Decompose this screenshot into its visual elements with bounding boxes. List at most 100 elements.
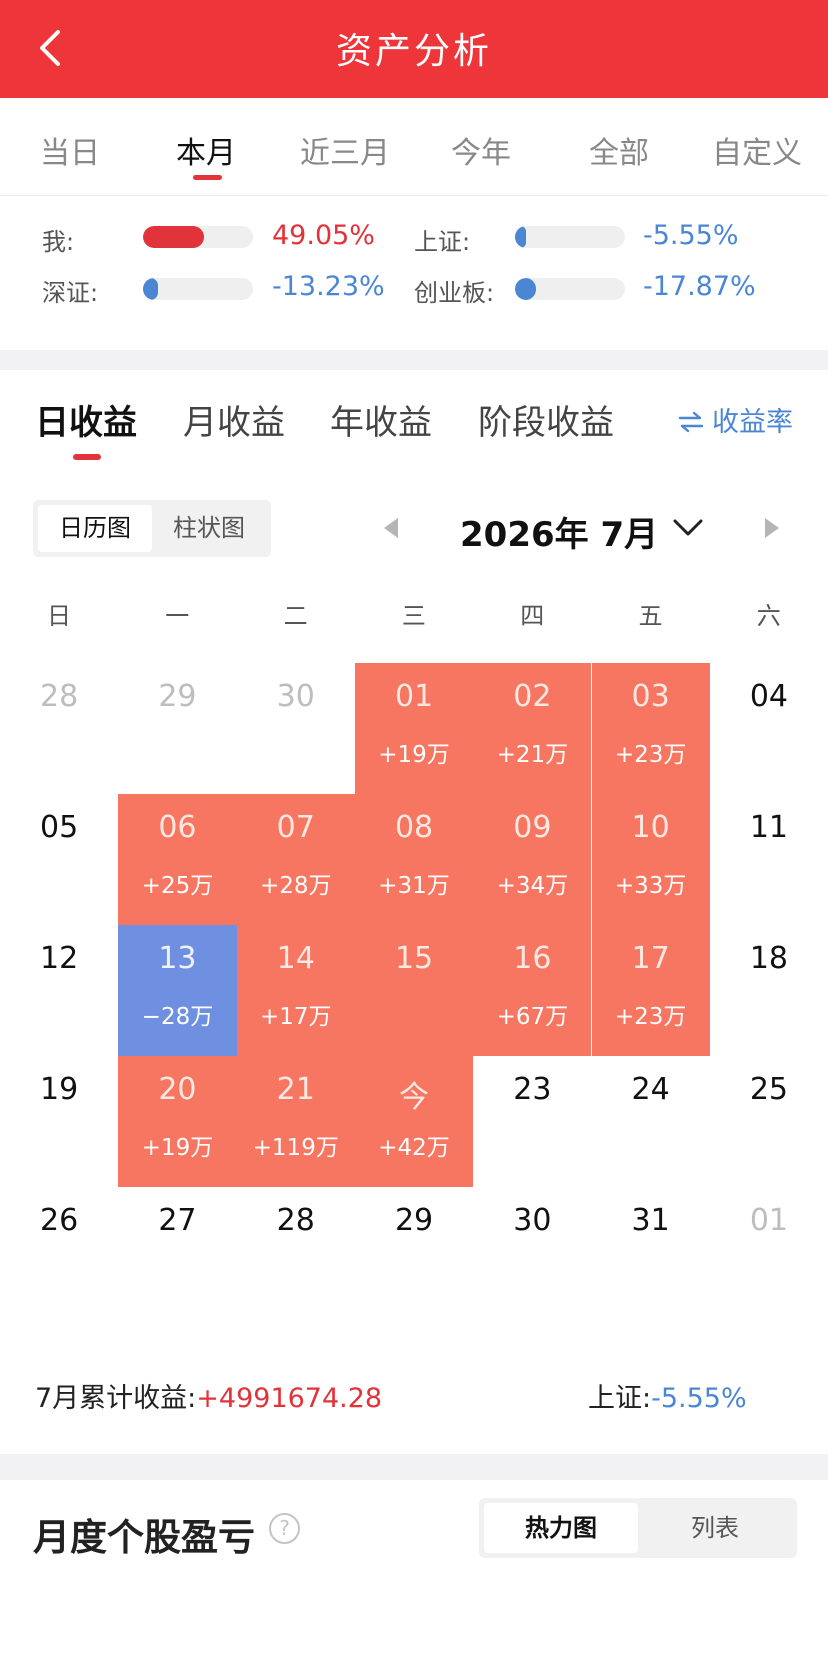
chinext-label: 创业板: xyxy=(414,279,495,307)
calendar-day-profit: +21万 xyxy=(496,742,569,768)
calendar-day-number: 24 xyxy=(631,1072,670,1107)
calendar-day-cell[interactable]: 04 xyxy=(710,663,828,794)
calendar-day-cell[interactable]: 28 xyxy=(237,1187,355,1318)
calendar-view-button[interactable]: 日历图 xyxy=(38,505,152,552)
calendar-day-number: 13 xyxy=(158,941,197,976)
calendar-day-profit: +67万 xyxy=(496,1004,569,1030)
question-circle-icon[interactable]: ? xyxy=(269,1513,300,1544)
calendar-day-cell[interactable]: 14 +17万 xyxy=(236,925,355,1056)
weekday-header: 日一二三四五六 xyxy=(0,596,828,632)
calendar-day-cell[interactable]: 07 +28万 xyxy=(236,794,355,925)
calendar-day-profit: +25万 xyxy=(141,873,214,899)
calendar-day-number: 25 xyxy=(749,1072,789,1107)
weekday-label: 六 xyxy=(756,602,781,630)
calendar-day-cell[interactable]: 09 +34万 xyxy=(473,794,592,925)
tab-daily-profit[interactable]: 日收益 xyxy=(35,395,137,444)
profit-tab-indicator xyxy=(73,454,101,460)
my-return-label: 我: xyxy=(42,228,75,256)
calendar-day-number: 05 xyxy=(40,810,79,845)
calendar-day-cell[interactable]: 24 xyxy=(592,1056,710,1187)
calendar-day-cell[interactable]: 10 +33万 xyxy=(591,794,710,925)
calendar-day-cell[interactable]: 29 xyxy=(355,1187,473,1318)
tab-period-profit[interactable]: 阶段收益 xyxy=(478,395,614,444)
calendar-day-number: 17 xyxy=(631,941,670,976)
calendar-day-number: 29 xyxy=(158,679,197,714)
chevron-down-icon[interactable] xyxy=(670,512,706,542)
calendar-day-cell[interactable]: 08 +31万 xyxy=(354,794,474,925)
tab-last-three-months[interactable]: 近三月 xyxy=(300,128,390,172)
shanghai-summary-label: 上证: xyxy=(588,1383,652,1414)
calendar-day-number: 28 xyxy=(40,679,79,714)
calendar-day-cell[interactable]: 25 xyxy=(710,1056,828,1187)
calendar-day-cell: 29 xyxy=(118,663,236,794)
tab-today[interactable]: 当日 xyxy=(40,128,100,172)
calendar-day-cell[interactable]: 12 xyxy=(0,925,118,1056)
calendar-day-number: 18 xyxy=(749,941,789,976)
calendar-day-cell[interactable]: 26 xyxy=(0,1187,118,1318)
bar-view-button[interactable]: 柱状图 xyxy=(152,505,266,552)
calendar-day-cell[interactable]: 27 xyxy=(118,1187,236,1318)
calendar-day-cell[interactable]: 18 xyxy=(710,925,828,1056)
calendar-day-cell[interactable]: 01 +19万 xyxy=(354,663,474,794)
calendar-day-number: 03 xyxy=(631,679,670,714)
calendar-day-cell[interactable]: 19 xyxy=(0,1056,118,1187)
calendar-day-cell[interactable]: 23 xyxy=(473,1056,591,1187)
calendar-day-cell[interactable]: 15 xyxy=(354,925,474,1056)
calendar-day-number: 30 xyxy=(276,679,315,714)
tab-this-month[interactable]: 本月 xyxy=(176,128,236,172)
section-divider xyxy=(0,350,828,370)
month-label[interactable]: 2026年 7月 xyxy=(460,507,658,556)
tab-monthly-profit[interactable]: 月收益 xyxy=(183,395,285,444)
calendar-day-cell[interactable]: 05 xyxy=(0,794,118,925)
calendar-day-number: 21 xyxy=(276,1072,315,1107)
shanghai-summary-value: -5.55% xyxy=(651,1383,747,1414)
range-tab-bar: 当日 本月 近三月 今年 全部 自定义 xyxy=(0,98,828,196)
calendar-day-cell[interactable]: 11 xyxy=(710,794,828,925)
tab-yearly-profit[interactable]: 年收益 xyxy=(330,395,432,444)
calendar-day-cell[interactable]: 31 xyxy=(592,1187,710,1318)
calendar-day-cell[interactable]: 16 +67万 xyxy=(473,925,592,1056)
shanghai-value: -5.55% xyxy=(643,220,739,251)
calendar-day-cell: 01 xyxy=(710,1187,828,1318)
my-return-bar xyxy=(143,226,253,248)
weekday-label: 五 xyxy=(638,602,663,630)
app-header: 资产分析 xyxy=(0,0,828,98)
cumulative-profit-label: 7月累计收益: xyxy=(35,1383,197,1414)
page-title: 资产分析 xyxy=(335,31,492,72)
previous-month-icon[interactable] xyxy=(384,518,398,538)
calendar-day-number: 10 xyxy=(631,810,670,845)
calendar-day-number: 12 xyxy=(40,941,79,976)
return-rate-toggle[interactable]: 收益率 xyxy=(678,400,793,439)
calendar-day-profit: +23万 xyxy=(614,742,687,768)
calendar-day-cell[interactable]: 13 −28万 xyxy=(118,925,237,1056)
calendar-day-cell[interactable]: 02 +21万 xyxy=(473,663,592,794)
calendar-day-cell[interactable]: 21 +119万 xyxy=(236,1056,355,1187)
my-return-bar-fill xyxy=(143,226,204,248)
calendar-day-cell[interactable]: 03 +23万 xyxy=(591,663,710,794)
calendar-day-number: 20 xyxy=(158,1072,197,1107)
calendar-day-number: 01 xyxy=(749,1203,789,1238)
calendar-day-cell[interactable]: 17 +23万 xyxy=(591,925,710,1056)
calendar-day-profit: +28万 xyxy=(259,873,332,899)
calendar-day-profit: +19万 xyxy=(141,1135,214,1161)
calendar-day-cell[interactable]: 20 +19万 xyxy=(118,1056,237,1187)
calendar-day-cell[interactable]: 06 +25万 xyxy=(118,794,237,925)
calendar-day-cell[interactable]: 30 xyxy=(473,1187,591,1318)
tab-this-year[interactable]: 今年 xyxy=(451,128,511,172)
next-month-icon[interactable] xyxy=(765,518,779,538)
calendar-day-profit: +19万 xyxy=(378,742,450,768)
tab-custom[interactable]: 自定义 xyxy=(712,128,802,172)
calendar-day-profit: +34万 xyxy=(496,873,569,899)
calendar-day-profit: +23万 xyxy=(614,1004,687,1030)
section-divider xyxy=(0,1454,828,1480)
calendar-day-number: 30 xyxy=(513,1203,552,1238)
stock-view-toggle: 热力图 列表 xyxy=(479,1498,797,1558)
heatmap-button[interactable]: 热力图 xyxy=(484,1503,638,1553)
swap-arrows-icon xyxy=(678,411,704,433)
tab-all[interactable]: 全部 xyxy=(589,128,649,172)
weekday-label: 日 xyxy=(47,602,71,630)
list-button[interactable]: 列表 xyxy=(638,1503,792,1553)
calendar-day-number: 28 xyxy=(276,1203,315,1238)
calendar-day-number: 今 xyxy=(399,1080,430,1115)
calendar-day-cell[interactable]: 今 +42万 xyxy=(354,1056,474,1187)
